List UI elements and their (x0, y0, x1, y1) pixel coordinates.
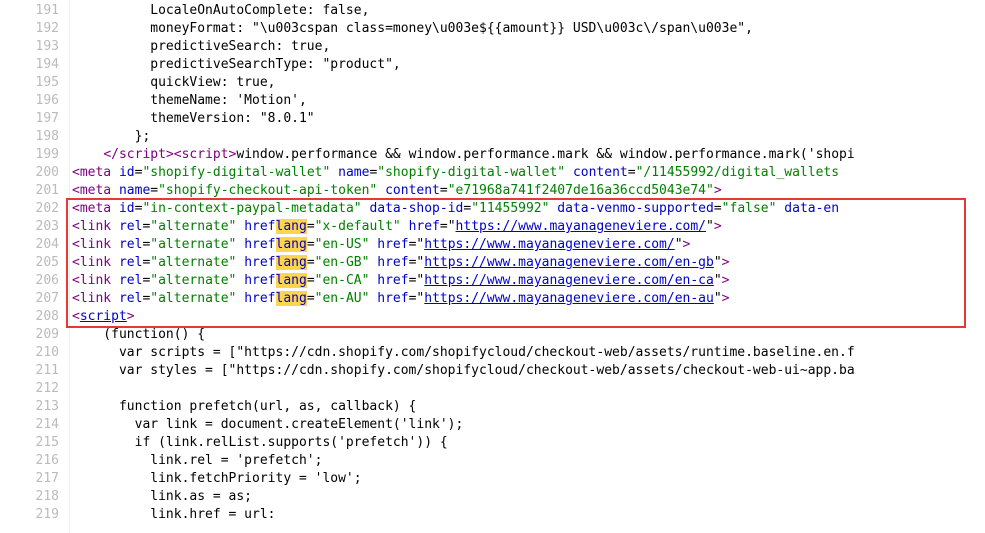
line-number: 203 (36, 218, 59, 236)
code-line[interactable]: <meta name="shopify-checkout-api-token" … (72, 182, 722, 200)
line-number: 217 (36, 470, 59, 488)
line-number: 216 (36, 452, 59, 470)
code-line[interactable]: <link rel="alternate" hreflang="en-GB" h… (72, 254, 730, 272)
line-number: 196 (36, 92, 59, 110)
line-number: 194 (36, 56, 59, 74)
code-line[interactable]: <link rel="alternate" hreflang="en-US" h… (72, 236, 690, 254)
hyperlink[interactable]: https://www.mayanageneviere.com/en-ca (424, 273, 714, 288)
line-number: 212 (36, 380, 59, 398)
line-number: 207 (36, 290, 59, 308)
line-number: 206 (36, 272, 59, 290)
hyperlink[interactable]: script (80, 309, 127, 324)
code-line[interactable]: <meta id="shopify-digital-wallet" name="… (72, 164, 839, 182)
line-number: 214 (36, 416, 59, 434)
line-number: 209 (36, 326, 59, 344)
code-line[interactable]: link.fetchPriority = 'low'; (72, 470, 362, 488)
code-line[interactable]: moneyFormat: "\u003cspan class=money\u00… (72, 20, 753, 38)
code-line[interactable]: <link rel="alternate" hreflang="en-CA" h… (72, 272, 730, 290)
code-line[interactable]: predictiveSearchType: "product", (72, 56, 401, 74)
code-line[interactable]: themeName: 'Motion', (72, 92, 307, 110)
line-number: 191 (36, 2, 59, 20)
code-viewer[interactable]: 1911921931941951961971981992002012022032… (0, 0, 985, 533)
code-line[interactable]: var link = document.createElement('link'… (72, 416, 463, 434)
code-line[interactable]: var scripts = ["https://cdn.shopify.com/… (72, 344, 855, 362)
code-line[interactable]: <meta id="in-context-paypal-metadata" da… (72, 200, 839, 218)
line-number: 197 (36, 110, 59, 128)
code-line[interactable]: link.href = url: (72, 506, 276, 524)
line-number-gutter: 1911921931941951961971981992002012022032… (0, 0, 70, 533)
line-number: 205 (36, 254, 59, 272)
line-number: 218 (36, 488, 59, 506)
code-line[interactable]: var styles = ["https://cdn.shopify.com/s… (72, 362, 855, 380)
line-number: 192 (36, 20, 59, 38)
code-line[interactable]: <script> (72, 308, 135, 326)
code-line[interactable]: link.rel = 'prefetch'; (72, 452, 322, 470)
code-line[interactable]: </script><script>window.performance && w… (72, 146, 855, 164)
code-line[interactable]: LocaleOnAutoComplete: false, (72, 2, 369, 20)
line-number: 211 (36, 362, 59, 380)
code-line[interactable]: <link rel="alternate" hreflang="en-AU" h… (72, 290, 730, 308)
line-number: 193 (36, 38, 59, 56)
line-number: 198 (36, 128, 59, 146)
hyperlink[interactable]: https://www.mayanageneviere.com/en-au (424, 291, 714, 306)
code-line[interactable]: }; (72, 128, 150, 146)
line-number: 215 (36, 434, 59, 452)
code-line[interactable]: function prefetch(url, as, callback) { (72, 398, 416, 416)
line-number: 202 (36, 200, 59, 218)
hyperlink[interactable]: https://www.mayanageneviere.com/ (424, 237, 674, 252)
code-line[interactable]: quickView: true, (72, 74, 276, 92)
hyperlink[interactable]: https://www.mayanageneviere.com/ (456, 219, 706, 234)
code-line[interactable]: predictiveSearch: true, (72, 38, 330, 56)
line-number: 210 (36, 344, 59, 362)
line-number: 195 (36, 74, 59, 92)
line-number: 213 (36, 398, 59, 416)
code-line[interactable]: themeVersion: "8.0.1" (72, 110, 315, 128)
line-number: 204 (36, 236, 59, 254)
hyperlink[interactable]: https://www.mayanageneviere.com/en-gb (424, 255, 714, 270)
code-line[interactable]: <link rel="alternate" hreflang="x-defaul… (72, 218, 722, 236)
line-number: 201 (36, 182, 59, 200)
code-line[interactable]: link.as = as; (72, 488, 252, 506)
line-number: 219 (36, 506, 59, 524)
code-line[interactable]: (function() { (72, 326, 205, 344)
line-number: 208 (36, 308, 59, 326)
line-number: 200 (36, 164, 59, 182)
code-line[interactable]: if (link.relList.supports('prefetch')) { (72, 434, 448, 452)
line-number: 199 (36, 146, 59, 164)
